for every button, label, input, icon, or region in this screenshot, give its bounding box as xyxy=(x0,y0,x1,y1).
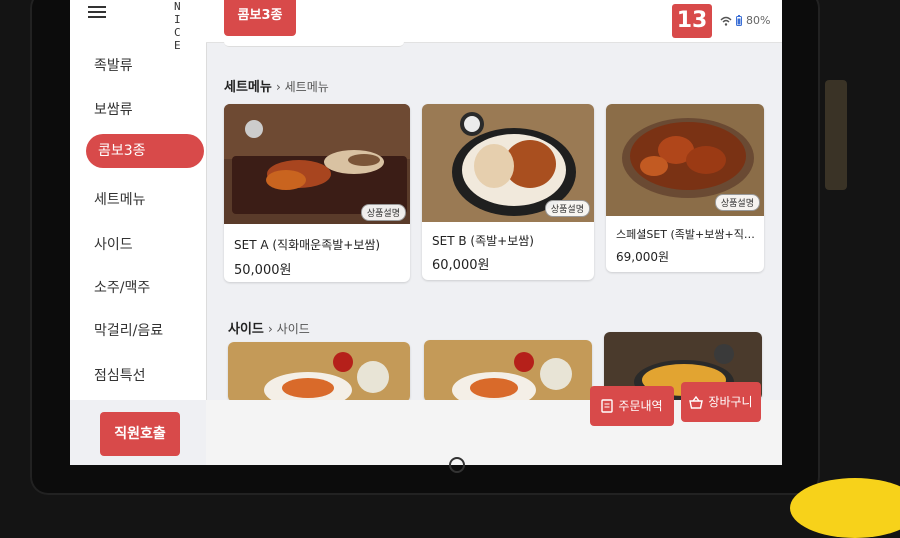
battery-percent: 80% xyxy=(746,14,771,27)
menu-card-side-1[interactable] xyxy=(228,342,410,402)
table-number: 13 xyxy=(672,4,712,38)
menu-content: 세트메뉴 › 세트메뉴 상품설명 SET A (직화매운족발+보쌈) 50,00… xyxy=(206,42,782,402)
menu-icon[interactable] xyxy=(88,6,106,18)
order-history-label: 주문내역 xyxy=(618,399,663,413)
section-title: 세트메뉴 xyxy=(224,80,272,95)
menu-item-price: 69,000원 xyxy=(616,250,670,264)
section-header-side: 사이드 › 사이드 xyxy=(228,318,310,337)
sidebar-item-set-menu[interactable]: 세트메뉴 xyxy=(94,189,146,209)
chevron-right-icon: › xyxy=(275,80,285,94)
staff-call-button[interactable]: 직원호출 xyxy=(100,412,180,456)
menu-item-name: SET B (족발+보쌈) xyxy=(432,234,534,248)
order-history-button[interactable]: 주문내역 xyxy=(590,386,674,426)
chevron-right-icon: › xyxy=(268,322,277,336)
top-bar: 콤보3종 13 80% xyxy=(206,0,782,43)
receipt-icon xyxy=(601,399,614,413)
product-info-badge[interactable]: 상품설명 xyxy=(544,200,590,217)
sidebar-item-jokbal[interactable]: 족발류 xyxy=(94,55,133,75)
basket-icon xyxy=(689,395,704,409)
menu-card-set-b[interactable]: 상품설명 SET B (족발+보쌈) 60,000원 xyxy=(422,104,594,280)
sidebar-item-bossam[interactable]: 보쌈류 xyxy=(94,99,133,119)
yellow-cup xyxy=(790,478,900,538)
section-subtitle: 세트메뉴 xyxy=(284,80,329,94)
sidebar-item-soju-beer[interactable]: 소주/맥주 xyxy=(94,277,150,297)
sidebar-item-combo[interactable]: 콤보3종 xyxy=(86,134,204,168)
sidebar: N IC E 족발류 보쌈류 콤보3종 세트메뉴 사이드 소주/맥주 막걸리/음… xyxy=(70,0,207,400)
product-info-badge[interactable]: 상품설명 xyxy=(360,204,406,221)
menu-item-name: 스페셜SET (족발+보쌈+직… xyxy=(616,228,755,241)
cart-button[interactable]: 장바구니 xyxy=(681,382,761,422)
current-category-chip: 콤보3종 xyxy=(224,0,296,36)
sidebar-item-side[interactable]: 사이드 xyxy=(94,234,133,254)
menu-card-special-set[interactable]: 상품설명 스페셜SET (족발+보쌈+직… 69,000원 xyxy=(606,104,764,272)
section-header-set-menu: 세트메뉴 › 세트메뉴 xyxy=(224,76,329,95)
menu-item-name: SET A (직화매운족발+보쌈) xyxy=(234,238,381,252)
status-bar: 80% xyxy=(720,14,770,27)
previous-card-edge xyxy=(224,42,404,47)
cart-label: 장바구니 xyxy=(708,395,753,409)
wifi-icon xyxy=(720,16,732,26)
brand-logo: N IC E xyxy=(174,0,185,52)
battery-icon xyxy=(736,15,742,26)
sidebar-item-lunch-special[interactable]: 점심특선 xyxy=(94,365,146,385)
menu-item-price: 50,000원 xyxy=(234,263,292,278)
kiosk-screen: N IC E 족발류 보쌈류 콤보3종 세트메뉴 사이드 소주/맥주 막걸리/음… xyxy=(70,0,782,465)
stand-clip xyxy=(825,80,847,190)
menu-card-side-2[interactable] xyxy=(424,340,592,402)
menu-item-price: 60,000원 xyxy=(432,258,490,273)
section-subtitle: 사이드 xyxy=(276,322,310,336)
product-info-badge[interactable]: 상품설명 xyxy=(714,194,760,211)
home-button[interactable] xyxy=(449,457,465,473)
food-photo-side-1 xyxy=(228,342,410,402)
menu-card-set-a[interactable]: 상품설명 SET A (직화매운족발+보쌈) 50,000원 xyxy=(224,104,410,282)
food-photo-side-2 xyxy=(424,340,592,402)
sidebar-item-makgeolli-drinks[interactable]: 막걸리/음료 xyxy=(94,320,163,340)
section-title: 사이드 xyxy=(228,322,264,337)
